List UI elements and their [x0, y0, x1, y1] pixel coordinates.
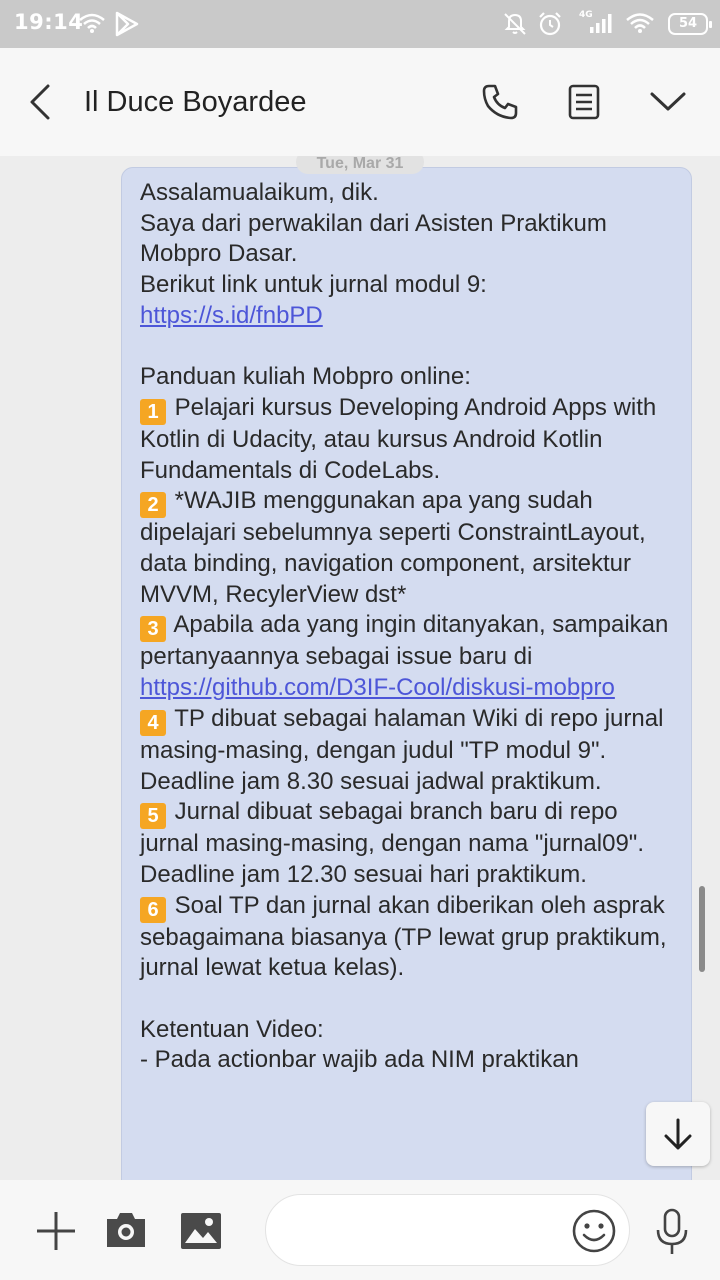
message-composer [0, 1180, 720, 1280]
panduan-item-2: *WAJIB menggunakan apa yang sudah dipela… [140, 487, 653, 608]
panduan-title: Panduan kuliah Mobpro online: [140, 363, 471, 391]
panduan-item-3: Apabila ada yang ingin ditanyakan, sampa… [140, 611, 676, 671]
back-arrow-icon[interactable] [22, 82, 62, 122]
battery-icon: 54 [668, 13, 712, 35]
contact-name: Il Duce Boyardee [84, 86, 307, 118]
jurnal-link[interactable]: https://s.id/fnbPD [140, 302, 323, 329]
signal-icon [590, 14, 612, 33]
panduan-item-1: Pelajari kursus Developing Android Apps … [140, 393, 663, 484]
plus-icon[interactable] [34, 1209, 78, 1253]
message-text: Assalamualaikum, dik. Saya dari perwakil… [140, 178, 680, 1076]
status-time: 19:14 [14, 10, 84, 34]
number-badge-6: 6 [140, 896, 166, 923]
camera-icon[interactable] [104, 1210, 148, 1250]
phone-icon[interactable] [480, 82, 520, 122]
scroll-to-bottom-button[interactable] [646, 1102, 710, 1166]
message-link-intro: Berikut link untuk jurnal modul 9: [140, 271, 487, 299]
gallery-icon[interactable] [179, 1211, 223, 1251]
arrow-down-icon [664, 1118, 692, 1150]
panduan-item-6: Soal TP dan jurnal akan diberikan oleh a… [140, 891, 674, 982]
message-greeting: Assalamualaikum, dik. [140, 179, 379, 206]
video-title: Ketentuan Video: [140, 1015, 324, 1043]
scrollbar[interactable] [699, 886, 705, 972]
number-badge-1: 1 [140, 398, 166, 425]
panduan-item-5: Jurnal dibuat sebagai branch baru di rep… [140, 798, 651, 888]
emoji-icon[interactable] [571, 1208, 617, 1254]
date-divider: Tue, Mar 31 [296, 156, 424, 174]
video-rule-1: - Pada actionbar wajib ada NIM praktikan [140, 1046, 579, 1074]
app-header: Il Duce Boyardee [0, 48, 720, 156]
wifi-icon [626, 13, 654, 33]
alarm-icon [539, 12, 561, 36]
number-badge-2: 2 [140, 492, 166, 519]
panduan-item-4: TP dibuat sebagai halaman Wiki di repo j… [140, 704, 671, 795]
details-icon[interactable] [564, 82, 604, 122]
chevron-down-icon[interactable] [648, 82, 688, 122]
battery-level: 54 [678, 16, 698, 31]
microphone-icon[interactable] [652, 1208, 692, 1256]
mute-icon [504, 13, 526, 35]
number-badge-3: 3 [140, 616, 166, 643]
number-badge-5: 5 [140, 803, 166, 830]
play-store-icon [115, 11, 139, 37]
conversation-area[interactable]: Tue, Mar 31 Assalamualaikum, dik. Saya d… [0, 156, 720, 1180]
wifi-icon [79, 13, 105, 33]
status-bar: 19:14 4G 54 [0, 0, 720, 48]
diskusi-link[interactable]: https://github.com/D3IF-Cool/diskusi-mob… [140, 674, 615, 701]
message-intro: Saya dari perwakilan dari Asisten Prakti… [140, 209, 614, 268]
number-badge-4: 4 [140, 709, 166, 736]
